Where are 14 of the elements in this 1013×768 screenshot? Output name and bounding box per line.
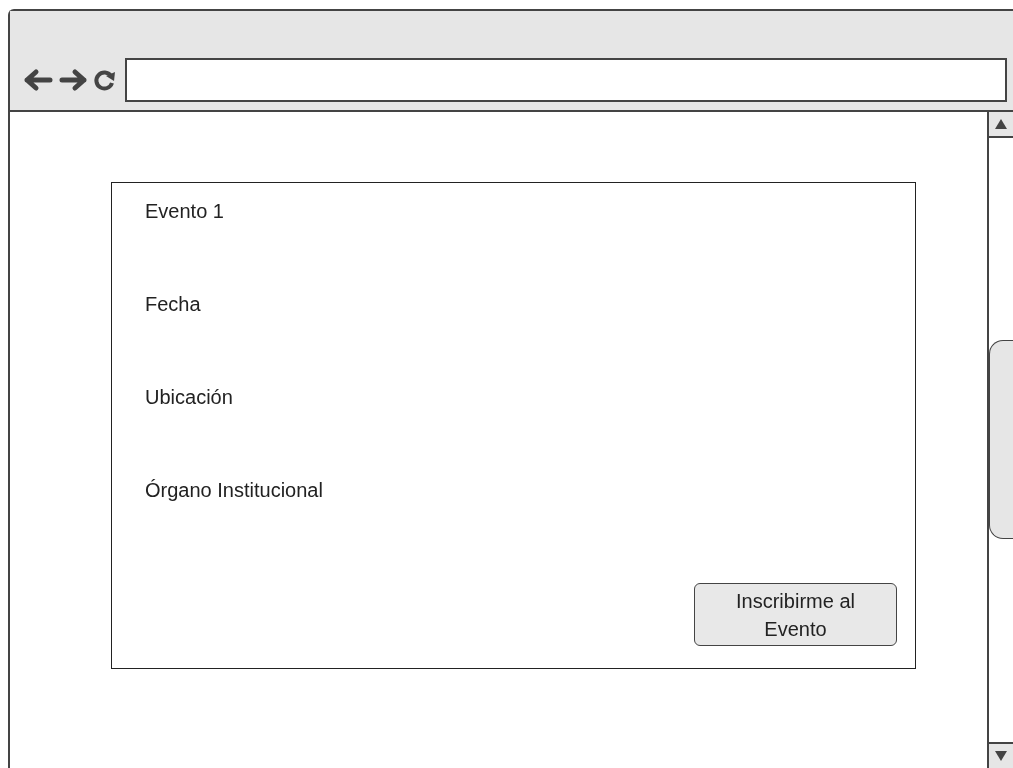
down-arrow-icon (994, 750, 1008, 762)
event-field-label: Ubicación (145, 385, 234, 410)
register-button[interactable]: Inscribirme al Evento (694, 583, 897, 646)
scrollbar[interactable] (987, 112, 1013, 768)
reload-icon[interactable] (92, 68, 118, 92)
address-field[interactable] (125, 58, 1007, 102)
event-field-label: Fecha (145, 292, 202, 317)
forward-icon[interactable] (59, 68, 89, 92)
scroll-up-button[interactable] (989, 112, 1013, 138)
scroll-thumb[interactable] (989, 340, 1013, 539)
scroll-down-button[interactable] (989, 742, 1013, 768)
event-field-label: Evento 1 (145, 199, 225, 224)
event-field-label: Órgano Institucional (145, 478, 324, 502)
up-arrow-icon (994, 118, 1008, 130)
